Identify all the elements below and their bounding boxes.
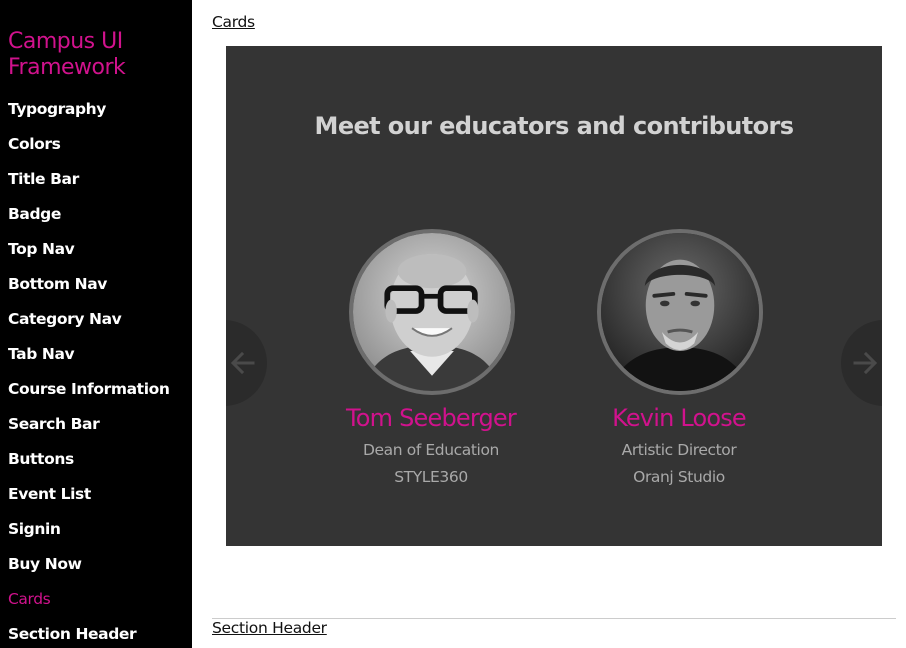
educator-role: Artistic Director: [621, 441, 737, 459]
section-link-section-header[interactable]: Section Header: [212, 619, 327, 637]
portrait-photo: [353, 233, 511, 391]
sidebar-item-event-list[interactable]: Event List: [8, 481, 170, 516]
educator-organization: Oranj Studio: [633, 468, 725, 486]
avatar: [349, 229, 515, 395]
educator-name[interactable]: Tom Seeberger: [311, 406, 551, 430]
portrait-photo: [601, 233, 759, 391]
educator-name[interactable]: Kevin Loose: [559, 406, 799, 430]
sidebar-item-section-header[interactable]: Section Header: [8, 621, 170, 648]
arrow-right-icon: [853, 351, 878, 375]
main-content: Cards Meet our educators and contributor…: [192, 0, 906, 648]
educator-card[interactable]: Tom Seeberger Dean of Education STYLE360: [311, 229, 551, 499]
sidebar-item-typography[interactable]: Typography: [8, 96, 170, 131]
brand-title[interactable]: Campus UI Framework: [8, 29, 188, 81]
sidebar-item-top-nav[interactable]: Top Nav: [8, 236, 170, 271]
sidebar-item-category-nav[interactable]: Category Nav: [8, 306, 170, 341]
sidebar-item-colors[interactable]: Colors: [8, 131, 170, 166]
carousel-title: Meet our educators and contributors: [314, 112, 795, 140]
sidebar-item-search-bar[interactable]: Search Bar: [8, 411, 170, 446]
sidebar-item-buy-now[interactable]: Buy Now: [8, 551, 170, 586]
educator-role: Dean of Education: [363, 441, 499, 459]
educator-organization: STYLE360: [394, 468, 468, 486]
avatar: [597, 229, 763, 395]
arrow-left-icon: [230, 351, 255, 375]
sidebar-item-course-information[interactable]: Course Information: [8, 376, 170, 411]
sidebar-item-tab-nav[interactable]: Tab Nav: [8, 341, 170, 376]
sidebar-item-bottom-nav[interactable]: Bottom Nav: [8, 271, 170, 306]
educator-card[interactable]: Kevin Loose Artistic Director Oranj Stud…: [559, 229, 799, 499]
sidebar-item-title-bar[interactable]: Title Bar: [8, 166, 170, 201]
sidebar-item-signin[interactable]: Signin: [8, 516, 170, 551]
sidebar-item-badge[interactable]: Badge: [8, 201, 170, 236]
carousel-prev-button[interactable]: [226, 320, 267, 406]
educators-carousel: Meet our educators and contributors Tom …: [226, 46, 882, 546]
sidebar: Campus UI Framework Typography Colors Titl…: [0, 0, 192, 648]
sidebar-item-cards[interactable]: Cards: [8, 586, 170, 621]
sidebar-item-buttons[interactable]: Buttons: [8, 446, 170, 481]
carousel-next-button[interactable]: [841, 320, 882, 406]
section-link-cards[interactable]: Cards: [212, 13, 255, 31]
sidebar-nav: Typography Colors Title Bar Badge Top Nav Bot…: [8, 96, 170, 648]
